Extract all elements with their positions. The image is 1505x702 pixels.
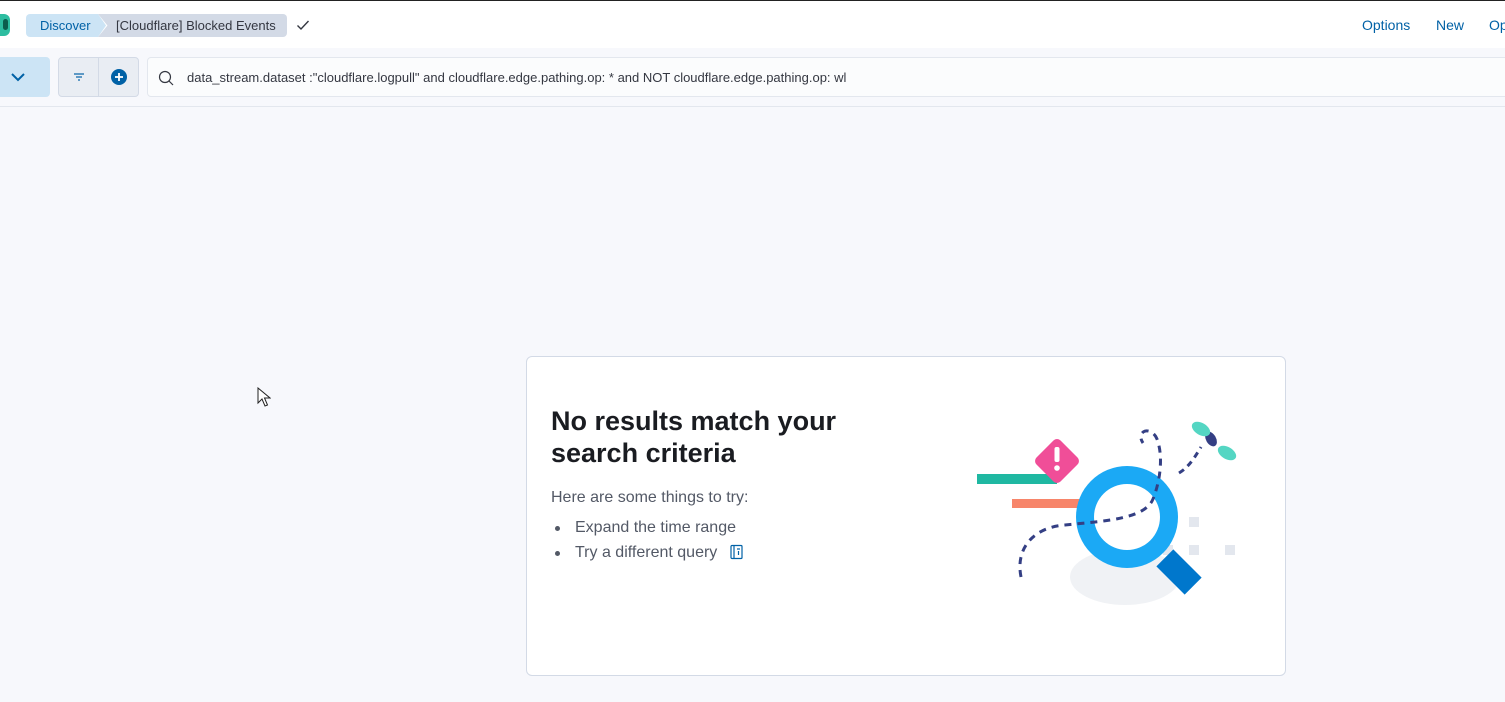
divider (98, 58, 99, 96)
chevron-down-icon (11, 73, 25, 82)
filter-icon[interactable] (71, 69, 87, 85)
add-filter-icon[interactable] (110, 68, 128, 86)
search-icon (158, 70, 174, 86)
mouse-cursor-icon (257, 387, 271, 407)
breadcrumb-discover[interactable]: Discover (26, 14, 106, 37)
suggestions-intro: Here are some things to try: (551, 489, 749, 506)
new-link[interactable]: New (1436, 17, 1464, 33)
app-logo-icon[interactable] (0, 14, 10, 36)
check-icon[interactable] (296, 18, 310, 32)
open-link[interactable]: Op (1489, 17, 1505, 33)
bullet-icon (555, 526, 560, 531)
tip-different-query: Try a different query (575, 544, 718, 561)
suggestions-list: Expand the time range Try a different qu… (551, 515, 744, 565)
options-link[interactable]: Options (1362, 17, 1410, 33)
data-view-picker[interactable] (0, 57, 50, 97)
list-item: Expand the time range (551, 515, 744, 540)
query-input[interactable]: data_stream.dataset :"cloudflare.logpull… (147, 57, 1505, 97)
query-text[interactable]: data_stream.dataset :"cloudflare.logpull… (187, 70, 846, 85)
tip-expand-time-range: Expand the time range (575, 519, 736, 536)
no-results-title: No results match your search criteria (551, 406, 837, 468)
list-item: Try a different query (551, 540, 744, 565)
filter-controls (58, 57, 139, 97)
top-header: Discover [Cloudflare] Blocked Events Opt… (0, 0, 1505, 48)
documentation-icon[interactable] (730, 544, 744, 560)
no-results-panel: No results match your search criteria He… (526, 356, 1286, 676)
no-results-illustration (977, 421, 1237, 605)
bullet-icon (555, 551, 560, 556)
breadcrumb-current: [Cloudflare] Blocked Events (98, 14, 287, 37)
